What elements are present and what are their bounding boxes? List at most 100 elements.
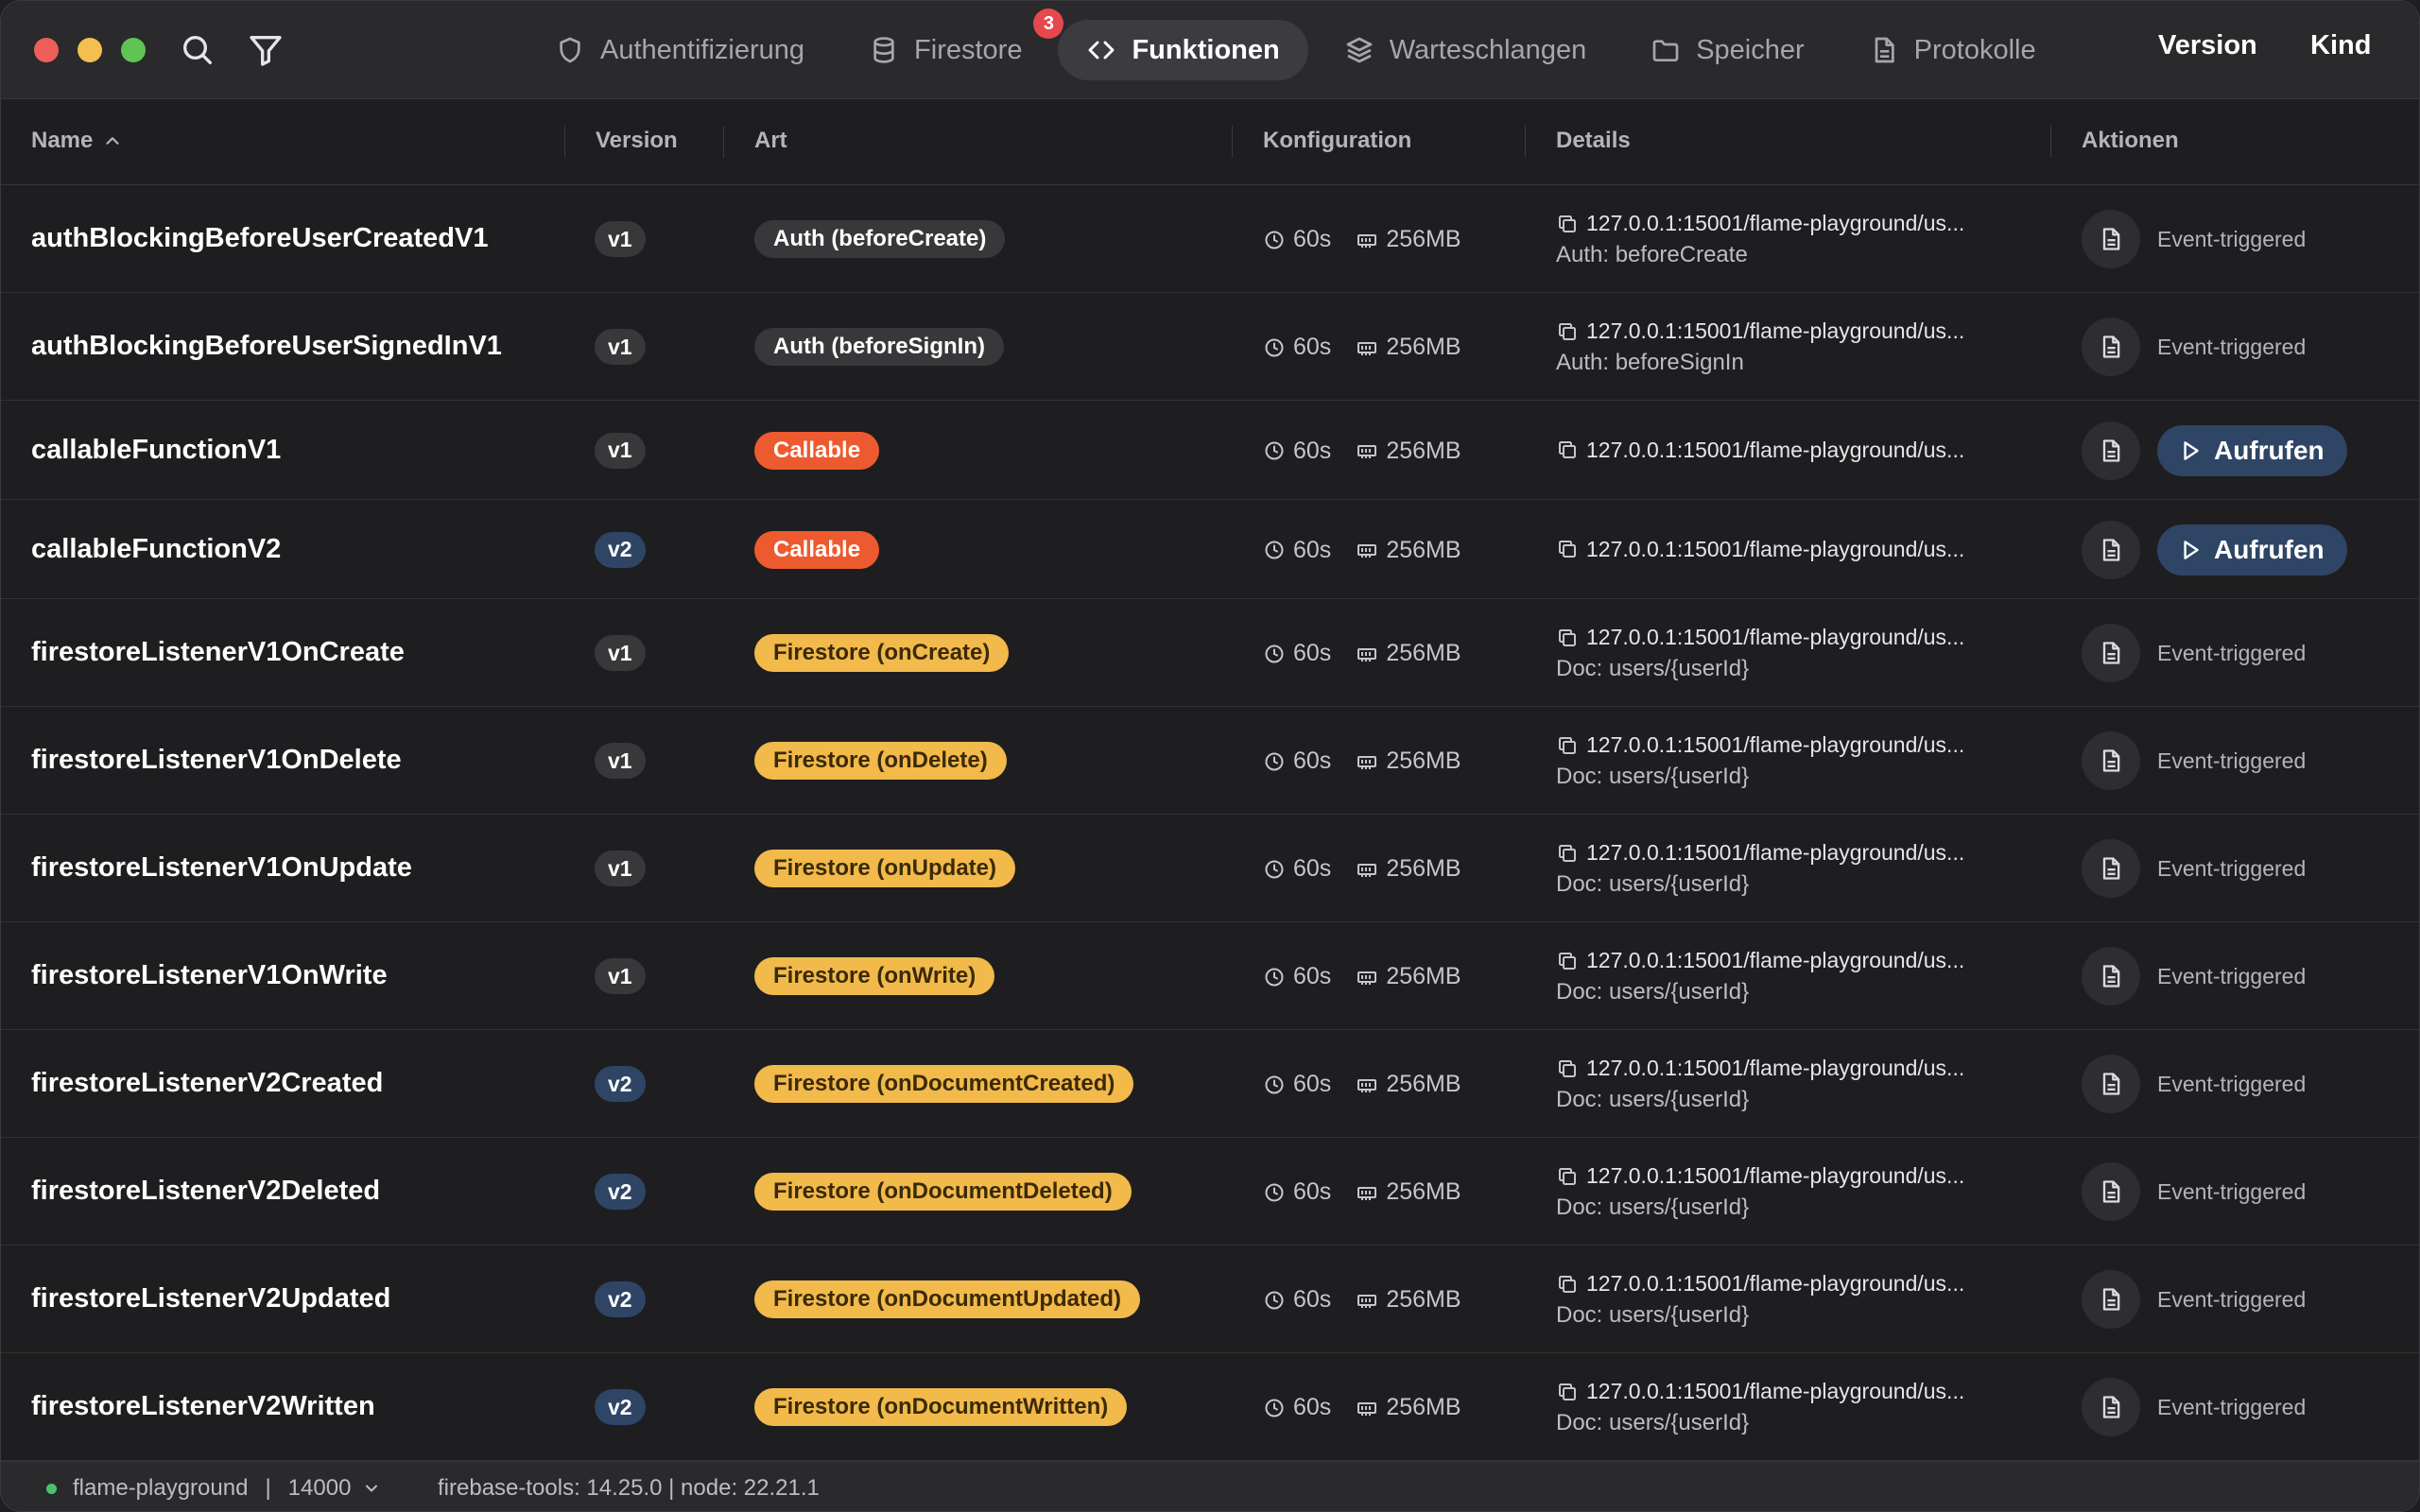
- timeout-value: 60s: [1293, 334, 1332, 360]
- invoke-label: Aufrufen: [2214, 435, 2325, 465]
- view-logs-button[interactable]: [2082, 1055, 2140, 1113]
- column-header-details[interactable]: Details: [1556, 128, 1631, 154]
- logs-icon: [2102, 438, 2120, 462]
- column-header-kind[interactable]: Art: [754, 128, 787, 154]
- table-row[interactable]: firestoreListenerV1OnWrite v1 Firestore (o…: [1, 922, 2419, 1030]
- config-cell: 60s 256MB: [1263, 855, 1461, 883]
- column-divider[interactable]: [1232, 126, 1233, 158]
- table-row[interactable]: firestoreListenerV1OnUpdate v1 Firestore (…: [1, 815, 2419, 922]
- copy-icon[interactable]: [1556, 1381, 1579, 1403]
- table-row[interactable]: callableFunctionV1 v1 Callable 60s 256MB 127.…: [1, 401, 2419, 500]
- column-divider[interactable]: [564, 126, 565, 158]
- copy-icon[interactable]: [1556, 627, 1579, 649]
- tab-label: Funktionen: [1132, 34, 1280, 65]
- view-logs-button[interactable]: [2082, 318, 2140, 376]
- function-url[interactable]: 127.0.0.1:15001/flame-playground/us...: [1586, 211, 1964, 236]
- column-divider[interactable]: [2050, 126, 2051, 158]
- memory-icon: [1357, 544, 1377, 558]
- column-divider[interactable]: [723, 126, 724, 158]
- config-cell: 60s 256MB: [1263, 1394, 1461, 1421]
- event-triggered-label: Event-triggered: [2157, 335, 2307, 359]
- function-url[interactable]: 127.0.0.1:15001/flame-playground/us...: [1586, 537, 1964, 562]
- copy-icon[interactable]: [1556, 538, 1579, 560]
- minimize-window-button[interactable]: [78, 38, 102, 62]
- search-icon[interactable]: [179, 31, 216, 69]
- column-divider[interactable]: [1525, 126, 1526, 158]
- column-header-config[interactable]: Konfiguration: [1263, 128, 1411, 154]
- kind-badge: Firestore (onDocumentDeleted): [754, 1173, 1132, 1211]
- view-logs-button[interactable]: [2082, 210, 2140, 268]
- view-logs-button[interactable]: [2082, 1270, 2140, 1329]
- table-row[interactable]: firestoreListenerV2Deleted v2 Firestore (o…: [1, 1138, 2419, 1246]
- tab-authentifizierung[interactable]: Authentifizierung: [527, 20, 833, 80]
- close-window-button[interactable]: [34, 38, 59, 62]
- function-url[interactable]: 127.0.0.1:15001/flame-playground/us...: [1586, 1271, 1964, 1297]
- function-url[interactable]: 127.0.0.1:15001/flame-playground/us...: [1586, 1379, 1964, 1404]
- tab-firestore[interactable]: Firestore 3: [840, 9, 1064, 80]
- main-tabs: Authentifizierung Firestore 3 Funktionen…: [527, 9, 2072, 80]
- table-row[interactable]: firestoreListenerV1OnDelete v1 Firestore (…: [1, 707, 2419, 815]
- view-logs-button[interactable]: [2082, 947, 2140, 1005]
- version-badge: v2: [595, 531, 646, 568]
- function-url[interactable]: 127.0.0.1:15001/flame-playground/us...: [1586, 438, 1964, 463]
- copy-icon[interactable]: [1556, 734, 1579, 757]
- view-logs-button[interactable]: [2082, 520, 2140, 579]
- view-logs-button[interactable]: [2082, 1162, 2140, 1221]
- copy-icon[interactable]: [1556, 842, 1579, 865]
- table-row[interactable]: firestoreListenerV2Updated v2 Firestore (o…: [1, 1246, 2419, 1353]
- tab-funktionen[interactable]: Funktionen: [1058, 20, 1308, 80]
- view-logs-button[interactable]: [2082, 624, 2140, 682]
- filter-icon[interactable]: [247, 31, 285, 69]
- copy-icon[interactable]: [1556, 320, 1579, 343]
- function-url[interactable]: 127.0.0.1:15001/flame-playground/us...: [1586, 625, 1964, 650]
- trigger-detail: Doc: users/{userId}: [1556, 1194, 1750, 1220]
- memory-value: 256MB: [1386, 334, 1461, 360]
- function-url[interactable]: 127.0.0.1:15001/flame-playground/us...: [1586, 1163, 1964, 1189]
- table-row[interactable]: firestoreListenerV1OnCreate v1 Firestore (…: [1, 599, 2419, 707]
- copy-icon[interactable]: [1556, 1165, 1579, 1188]
- view-logs-button[interactable]: [2082, 421, 2140, 480]
- maximize-window-button[interactable]: [121, 38, 146, 62]
- tab-speicher[interactable]: Speicher: [1622, 20, 1832, 80]
- status-separator: |: [265, 1475, 271, 1501]
- tab-warteschlangen[interactable]: Warteschlangen: [1316, 20, 1615, 80]
- memory-value: 256MB: [1386, 963, 1461, 989]
- function-url[interactable]: 127.0.0.1:15001/flame-playground/us...: [1586, 948, 1964, 973]
- table-row[interactable]: firestoreListenerV2Created v2 Firestore (o…: [1, 1030, 2419, 1138]
- column-header-actions[interactable]: Aktionen: [2082, 128, 2179, 154]
- version-badge: v1: [595, 432, 646, 469]
- kind-badge: Firestore (onDocumentCreated): [754, 1065, 1134, 1103]
- column-header-name[interactable]: Name: [31, 128, 123, 154]
- table-row[interactable]: firestoreListenerV2Written v2 Firestore (o…: [1, 1353, 2419, 1461]
- invoke-button[interactable]: Aufrufen: [2157, 524, 2347, 576]
- functions-table: authBlockingBeforeUserCreatedV1 v1 Auth (b…: [1, 185, 2419, 1461]
- table-row[interactable]: callableFunctionV2 v2 Callable 60s 256MB 127.…: [1, 500, 2419, 599]
- copy-icon[interactable]: [1556, 438, 1579, 461]
- function-url[interactable]: 127.0.0.1:15001/flame-playground/us...: [1586, 1056, 1964, 1081]
- logs-icon: [2102, 335, 2120, 358]
- view-logs-button[interactable]: [2082, 1378, 2140, 1436]
- table-row[interactable]: authBlockingBeforeUserCreatedV1 v1 Auth (b…: [1, 185, 2419, 293]
- column-header-version[interactable]: Version: [596, 128, 678, 154]
- trigger-detail: Doc: users/{userId}: [1556, 656, 1750, 681]
- version-menu-button[interactable]: Version: [2158, 30, 2257, 61]
- copy-icon[interactable]: [1556, 1057, 1579, 1080]
- view-logs-button[interactable]: [2082, 839, 2140, 898]
- tab-protokolle[interactable]: Protokolle: [1841, 20, 2065, 80]
- memory-value: 256MB: [1386, 640, 1461, 666]
- table-row[interactable]: authBlockingBeforeUserSignedInV1 v1 Auth (…: [1, 293, 2419, 401]
- kind-menu-button[interactable]: Kind: [2310, 30, 2371, 61]
- copy-icon[interactable]: [1556, 950, 1579, 972]
- event-triggered-label: Event-triggered: [2157, 856, 2307, 881]
- function-url[interactable]: 127.0.0.1:15001/flame-playground/us...: [1586, 318, 1964, 344]
- tab-label: Authentifizierung: [600, 34, 805, 65]
- clock-icon: [1265, 338, 1284, 356]
- project-selector[interactable]: flame-playground | 14000: [73, 1475, 381, 1502]
- copy-icon[interactable]: [1556, 1273, 1579, 1296]
- function-url[interactable]: 127.0.0.1:15001/flame-playground/us...: [1586, 732, 1964, 758]
- copy-icon[interactable]: [1556, 213, 1579, 235]
- view-logs-button[interactable]: [2082, 731, 2140, 790]
- memory-icon: [1357, 341, 1377, 355]
- function-url[interactable]: 127.0.0.1:15001/flame-playground/us...: [1586, 840, 1964, 866]
- invoke-button[interactable]: Aufrufen: [2157, 424, 2347, 476]
